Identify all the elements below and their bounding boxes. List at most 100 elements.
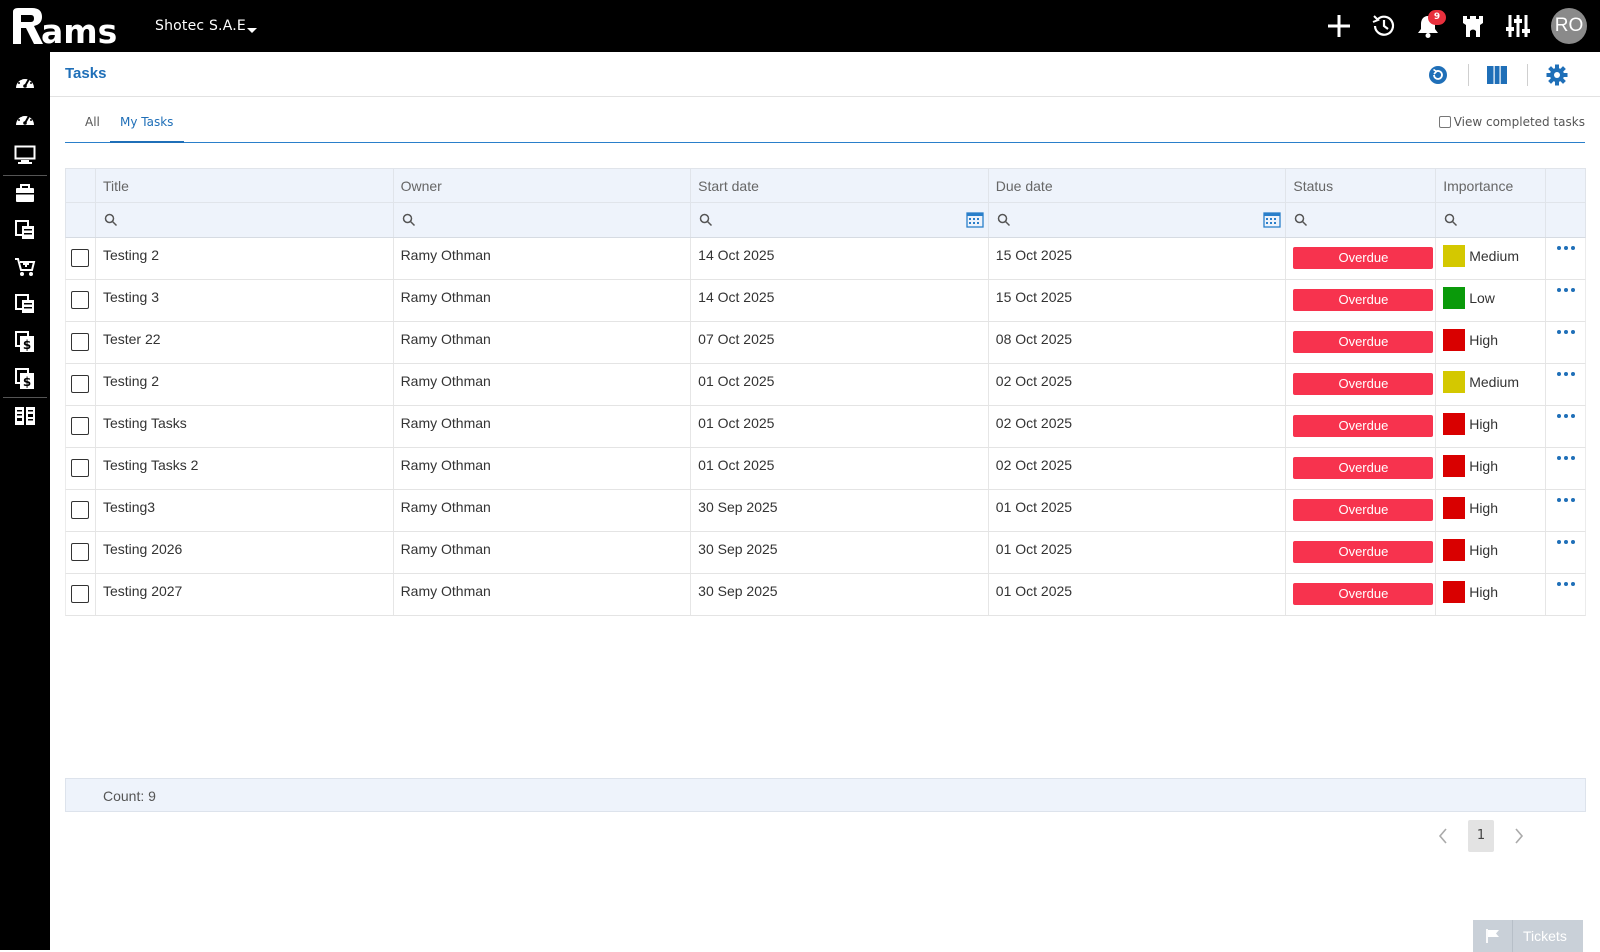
invoice-icon[interactable]: $ [13,330,37,354]
row-checkbox[interactable] [71,417,90,435]
cell-actions [1546,322,1585,363]
status-badge: Overdue [1293,331,1434,353]
row-checkbox[interactable] [71,585,90,603]
search-icon [997,213,1010,227]
tickets-button[interactable]: Tickets [1473,920,1583,952]
table-row[interactable]: Testing3 Ramy Othman 30 Sep 2025 01 Oct … [65,490,1586,532]
cell-owner: Ramy Othman [394,364,692,405]
caret-down-icon[interactable] [247,28,257,33]
row-checkbox[interactable] [71,333,90,351]
cell-importance: High [1436,322,1547,363]
invoice-2-icon[interactable]: $ [13,367,37,391]
table-row[interactable]: Testing 2027 Ramy Othman 30 Sep 2025 01 … [65,574,1586,616]
search-icon [104,213,117,227]
view-completed-checkbox[interactable] [1438,116,1451,128]
row-checkbox[interactable] [71,501,90,519]
table-row[interactable]: Testing 2 Ramy Othman 01 Oct 2025 02 Oct… [65,364,1586,406]
grid-header-row: Title Owner Start date Due date Status I… [65,168,1586,203]
row-checkbox[interactable] [71,291,90,309]
cell-title: Testing Tasks [96,406,394,447]
company-selector[interactable]: Shotec S.A.E [155,18,246,34]
column-header-start-date[interactable]: Start date [691,169,989,202]
documents-icon[interactable] [13,218,37,242]
calendar-icon[interactable] [966,211,984,228]
column-header-owner[interactable]: Owner [394,169,692,202]
more-options-icon[interactable] [1556,496,1576,504]
more-options-icon[interactable] [1556,244,1576,252]
row-checkbox[interactable] [71,459,90,477]
sidebar-divider [3,175,47,176]
filter-owner[interactable] [394,203,692,237]
more-options-icon[interactable] [1556,454,1576,462]
tasks-grid: Title Owner Start date Due date Status I… [65,168,1586,616]
cell-importance: High [1436,448,1547,489]
cell-start-date: 30 Sep 2025 [691,574,989,615]
table-row[interactable]: Tester 22 Ramy Othman 07 Oct 2025 08 Oct… [65,322,1586,364]
row-checkbox[interactable] [71,543,90,561]
view-completed-toggle[interactable]: View completed tasks [1438,115,1585,129]
pagination: 1 [1430,820,1532,852]
cart-icon[interactable] [13,255,37,279]
importance-label: High [1469,584,1498,600]
tab-my-tasks[interactable]: My Tasks [110,115,185,143]
importance-swatch [1443,455,1466,477]
row-checkbox[interactable] [71,375,90,393]
cell-due-date: 01 Oct 2025 [989,490,1287,531]
calendar-icon[interactable] [1263,211,1281,228]
more-options-icon[interactable] [1556,286,1576,294]
cell-due-date: 02 Oct 2025 [989,406,1287,447]
cell-title: Testing 3 [96,280,394,321]
more-options-icon[interactable] [1556,370,1576,378]
more-options-icon[interactable] [1556,412,1576,420]
table-row[interactable]: Testing Tasks Ramy Othman 01 Oct 2025 02… [65,406,1586,448]
filter-status[interactable] [1286,203,1437,237]
dashboard-icon[interactable] [13,69,37,93]
cell-title: Testing 2 [96,364,394,405]
user-avatar[interactable]: RO [1551,8,1587,44]
cell-title: Testing 2027 [96,574,394,615]
refresh-icon[interactable] [1426,63,1450,87]
status-badge: Overdue [1293,415,1434,437]
importance-label: High [1469,458,1498,474]
columns-icon[interactable] [13,404,37,428]
history-icon[interactable] [1368,10,1400,42]
column-header-due-date[interactable]: Due date [989,169,1287,202]
filter-title[interactable] [96,203,394,237]
more-options-icon[interactable] [1556,328,1576,336]
importance-swatch [1443,245,1466,267]
table-row[interactable]: Testing 2 Ramy Othman 14 Oct 2025 15 Oct… [65,238,1586,280]
dashboard-2-icon[interactable] [13,106,37,130]
monitor-icon[interactable] [13,143,37,167]
cell-start-date: 14 Oct 2025 [691,238,989,279]
row-count: Count: 9 [103,788,156,804]
filter-importance[interactable] [1436,203,1547,237]
column-header-title[interactable]: Title [96,169,394,202]
documents-2-icon[interactable] [13,292,37,316]
filter-due-date[interactable] [989,203,1287,237]
columns-view-icon[interactable] [1485,63,1509,87]
castle-icon[interactable] [1457,10,1489,42]
tab-all[interactable]: All [85,115,100,141]
row-checkbox[interactable] [71,249,90,267]
cell-status: Overdue [1286,280,1437,321]
more-options-icon[interactable] [1556,538,1576,546]
next-page-button[interactable] [1506,823,1532,849]
more-options-icon[interactable] [1556,580,1576,588]
table-row[interactable]: Testing 3 Ramy Othman 14 Oct 2025 15 Oct… [65,280,1586,322]
prev-page-button[interactable] [1430,823,1456,849]
filter-start-date[interactable] [691,203,989,237]
table-row[interactable]: Testing Tasks 2 Ramy Othman 01 Oct 2025 … [65,448,1586,490]
briefcase-icon[interactable] [13,181,37,205]
cell-status: Overdue [1286,490,1437,531]
sliders-icon[interactable] [1502,10,1534,42]
gear-icon[interactable] [1545,63,1569,87]
rams-logo[interactable]: ams [10,6,130,46]
column-header-status[interactable]: Status [1286,169,1437,202]
table-row[interactable]: Testing 2026 Ramy Othman 30 Sep 2025 01 … [65,532,1586,574]
column-header-importance[interactable]: Importance [1436,169,1547,202]
plus-icon[interactable] [1323,10,1355,42]
importance-swatch [1443,329,1466,351]
page-number-button[interactable]: 1 [1468,820,1494,852]
importance-label: High [1469,500,1498,516]
row-select-cell [66,280,96,321]
